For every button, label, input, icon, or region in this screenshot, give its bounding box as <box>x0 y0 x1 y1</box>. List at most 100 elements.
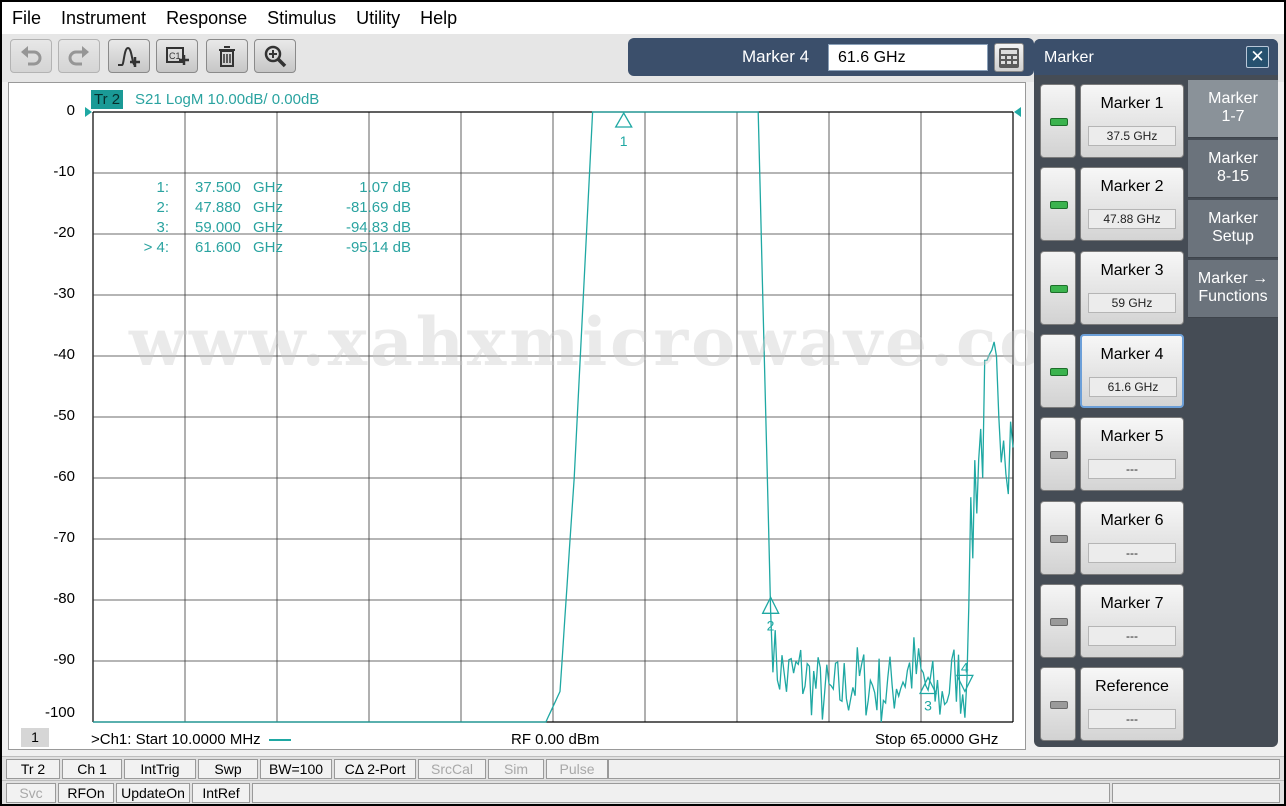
redo-button[interactable] <box>58 39 100 73</box>
status-cell[interactable]: CΔ 2-Port <box>334 759 416 779</box>
marker-readout-unit: GHz <box>253 219 283 236</box>
y-tick-label: -70 <box>53 529 75 546</box>
trace-title[interactable]: S21 LogM 10.00dB/ 0.00dB <box>135 90 319 109</box>
status-cell[interactable]: Pulse <box>546 759 608 779</box>
marker-toggle-3[interactable] <box>1040 250 1076 325</box>
marker-button-value: 61.6 GHz <box>1089 376 1177 397</box>
status-cell[interactable]: Svc <box>6 783 56 803</box>
menu-response[interactable]: Response <box>166 8 247 29</box>
status-bar-bottom: Svc RFOn UpdateOn IntRef <box>2 780 1284 804</box>
status-cell[interactable]: Sim <box>488 759 544 779</box>
marker-readout-row: 3: 59.000 GHz -94.83 dB <box>119 218 439 238</box>
delete-icon <box>219 46 235 67</box>
marker-1-symbol[interactable] <box>614 111 633 128</box>
marker-tab-2[interactable]: Marker 8-15 <box>1188 140 1278 198</box>
marker-toggle-1[interactable] <box>1040 84 1076 158</box>
status-cell[interactable]: RFOn <box>58 783 114 803</box>
tab-label-line2: Functions <box>1198 288 1268 305</box>
marker-4-id: 4 <box>961 659 969 675</box>
marker-button-value: --- <box>1088 459 1176 480</box>
start-frequency-label[interactable]: >Ch1: Start 10.0000 MHz <box>91 731 293 748</box>
zoom-button[interactable] <box>254 39 296 73</box>
marker-button-label: Marker 3 <box>1100 261 1164 279</box>
channel-number[interactable]: 1 <box>21 728 49 747</box>
marker-readout-frequency: 61.600 <box>195 239 241 256</box>
marker-readout-id: > 4: <box>143 239 169 256</box>
marker-toggle-8[interactable] <box>1040 667 1076 742</box>
marker-entry-label: Marker 4 <box>742 47 810 66</box>
y-tick-label: -50 <box>53 407 75 424</box>
svg-text:C1: C1 <box>169 51 181 61</box>
status-bar-top: Tr 2 Ch 1 IntTrig Swp BW=100 CΔ 2-Port SrcCal S… <box>2 756 1284 780</box>
zoom-icon <box>264 45 287 68</box>
marker-toggle-6[interactable] <box>1040 500 1076 575</box>
led-indicator-icon <box>1050 451 1068 460</box>
menu-stimulus[interactable]: Stimulus <box>267 8 336 29</box>
status-cell[interactable]: UpdateOn <box>116 783 190 803</box>
marker-button-3[interactable]: Marker 3 59 GHz <box>1080 250 1184 325</box>
marker-button-4[interactable]: Marker 4 61.6 GHz <box>1080 333 1184 408</box>
add-trace-button[interactable] <box>108 39 150 73</box>
marker-button-label: Marker 2 <box>1100 178 1164 196</box>
status-cell[interactable]: IntTrig <box>124 759 196 779</box>
marker-button-label: Marker 5 <box>1100 428 1164 446</box>
marker-button-1[interactable]: Marker 1 37.5 GHz <box>1080 84 1184 158</box>
status-cell[interactable]: Tr 2 <box>6 759 60 779</box>
marker-button-value: --- <box>1088 542 1176 563</box>
marker-button-7[interactable]: Marker 7 --- <box>1080 583 1184 658</box>
marker-button-label: Marker 7 <box>1100 594 1164 612</box>
measurement-display[interactable]: 1234 www.xahxmicrowave.com Tr 2 S21 LogM… <box>8 82 1116 750</box>
y-tick-label: -30 <box>53 285 75 302</box>
marker-tab-4[interactable]: Marker → Functions <box>1188 260 1278 318</box>
undo-button[interactable] <box>10 39 52 73</box>
menu-utility[interactable]: Utility <box>356 8 400 29</box>
marker-button-label: Marker 4 <box>1100 345 1164 363</box>
y-tick-label: -90 <box>53 651 75 668</box>
status-cell[interactable]: IntRef <box>192 783 250 803</box>
stop-frequency-label[interactable]: Stop 65.0000 GHz <box>875 731 998 748</box>
marker-toggle-2[interactable] <box>1040 167 1076 242</box>
marker-readout-frequency: 47.880 <box>195 199 241 216</box>
marker-tab-3[interactable]: Marker Setup <box>1188 200 1278 258</box>
marker-toggle-5[interactable] <box>1040 417 1076 492</box>
status-cell[interactable]: Swp <box>198 759 258 779</box>
marker-frequency-input[interactable]: 61.6 GHz <box>828 44 988 71</box>
app-window: File Instrument Response Stimulus Utilit… <box>2 2 1284 804</box>
start-frequency-text: >Ch1: Start 10.0000 MHz <box>91 731 261 748</box>
marker-readout-value: -81.69 dB <box>345 199 411 216</box>
marker-button-5[interactable]: Marker 5 --- <box>1080 417 1184 492</box>
keypad-icon <box>999 47 1019 68</box>
tab-label-line2: 8-15 <box>1216 168 1250 185</box>
menu-instrument[interactable]: Instrument <box>61 8 146 29</box>
marker-button-8[interactable]: Reference --- <box>1080 667 1184 742</box>
marker-readout-unit: GHz <box>253 199 283 216</box>
add-channel-button[interactable]: C1 <box>156 39 198 73</box>
marker-button-6[interactable]: Marker 6 --- <box>1080 500 1184 575</box>
trace-badge[interactable]: Tr 2 <box>91 90 124 109</box>
delete-button[interactable] <box>206 39 248 73</box>
status-cell[interactable]: BW=100 <box>260 759 332 779</box>
menu-help[interactable]: Help <box>420 8 457 29</box>
marker-button-value: 59 GHz <box>1088 292 1176 313</box>
trace-legend-line <box>268 739 291 741</box>
rf-power-label[interactable]: RF 0.00 dBm <box>511 731 599 748</box>
led-indicator-icon <box>1050 201 1068 210</box>
led-indicator-icon <box>1050 534 1068 543</box>
led-indicator-icon <box>1050 367 1068 376</box>
marker-button-2[interactable]: Marker 2 47.88 GHz <box>1080 167 1184 242</box>
led-indicator-icon <box>1050 284 1068 293</box>
y-tick-label: -10 <box>53 163 75 180</box>
keypad-button[interactable] <box>994 43 1024 72</box>
marker-panel: Marker ✕ Marker 1 37.5 GHz Marker 2 47.88 G… <box>1034 39 1278 747</box>
tab-label-line1: Marker <box>1208 150 1258 167</box>
marker-button-value: 37.5 GHz <box>1088 126 1176 146</box>
close-panel-button[interactable]: ✕ <box>1246 46 1269 68</box>
menu-file[interactable]: File <box>12 8 41 29</box>
marker-toggle-7[interactable] <box>1040 583 1076 658</box>
marker-readout-row: 1: 37.500 GHz 1.07 dB <box>119 178 439 198</box>
status-cell[interactable]: Ch 1 <box>62 759 122 779</box>
marker-tab-1[interactable]: Marker 1-7 <box>1188 80 1278 138</box>
status-cell[interactable]: SrcCal <box>418 759 486 779</box>
marker-button-value: --- <box>1088 625 1176 646</box>
marker-toggle-4[interactable] <box>1040 333 1076 408</box>
